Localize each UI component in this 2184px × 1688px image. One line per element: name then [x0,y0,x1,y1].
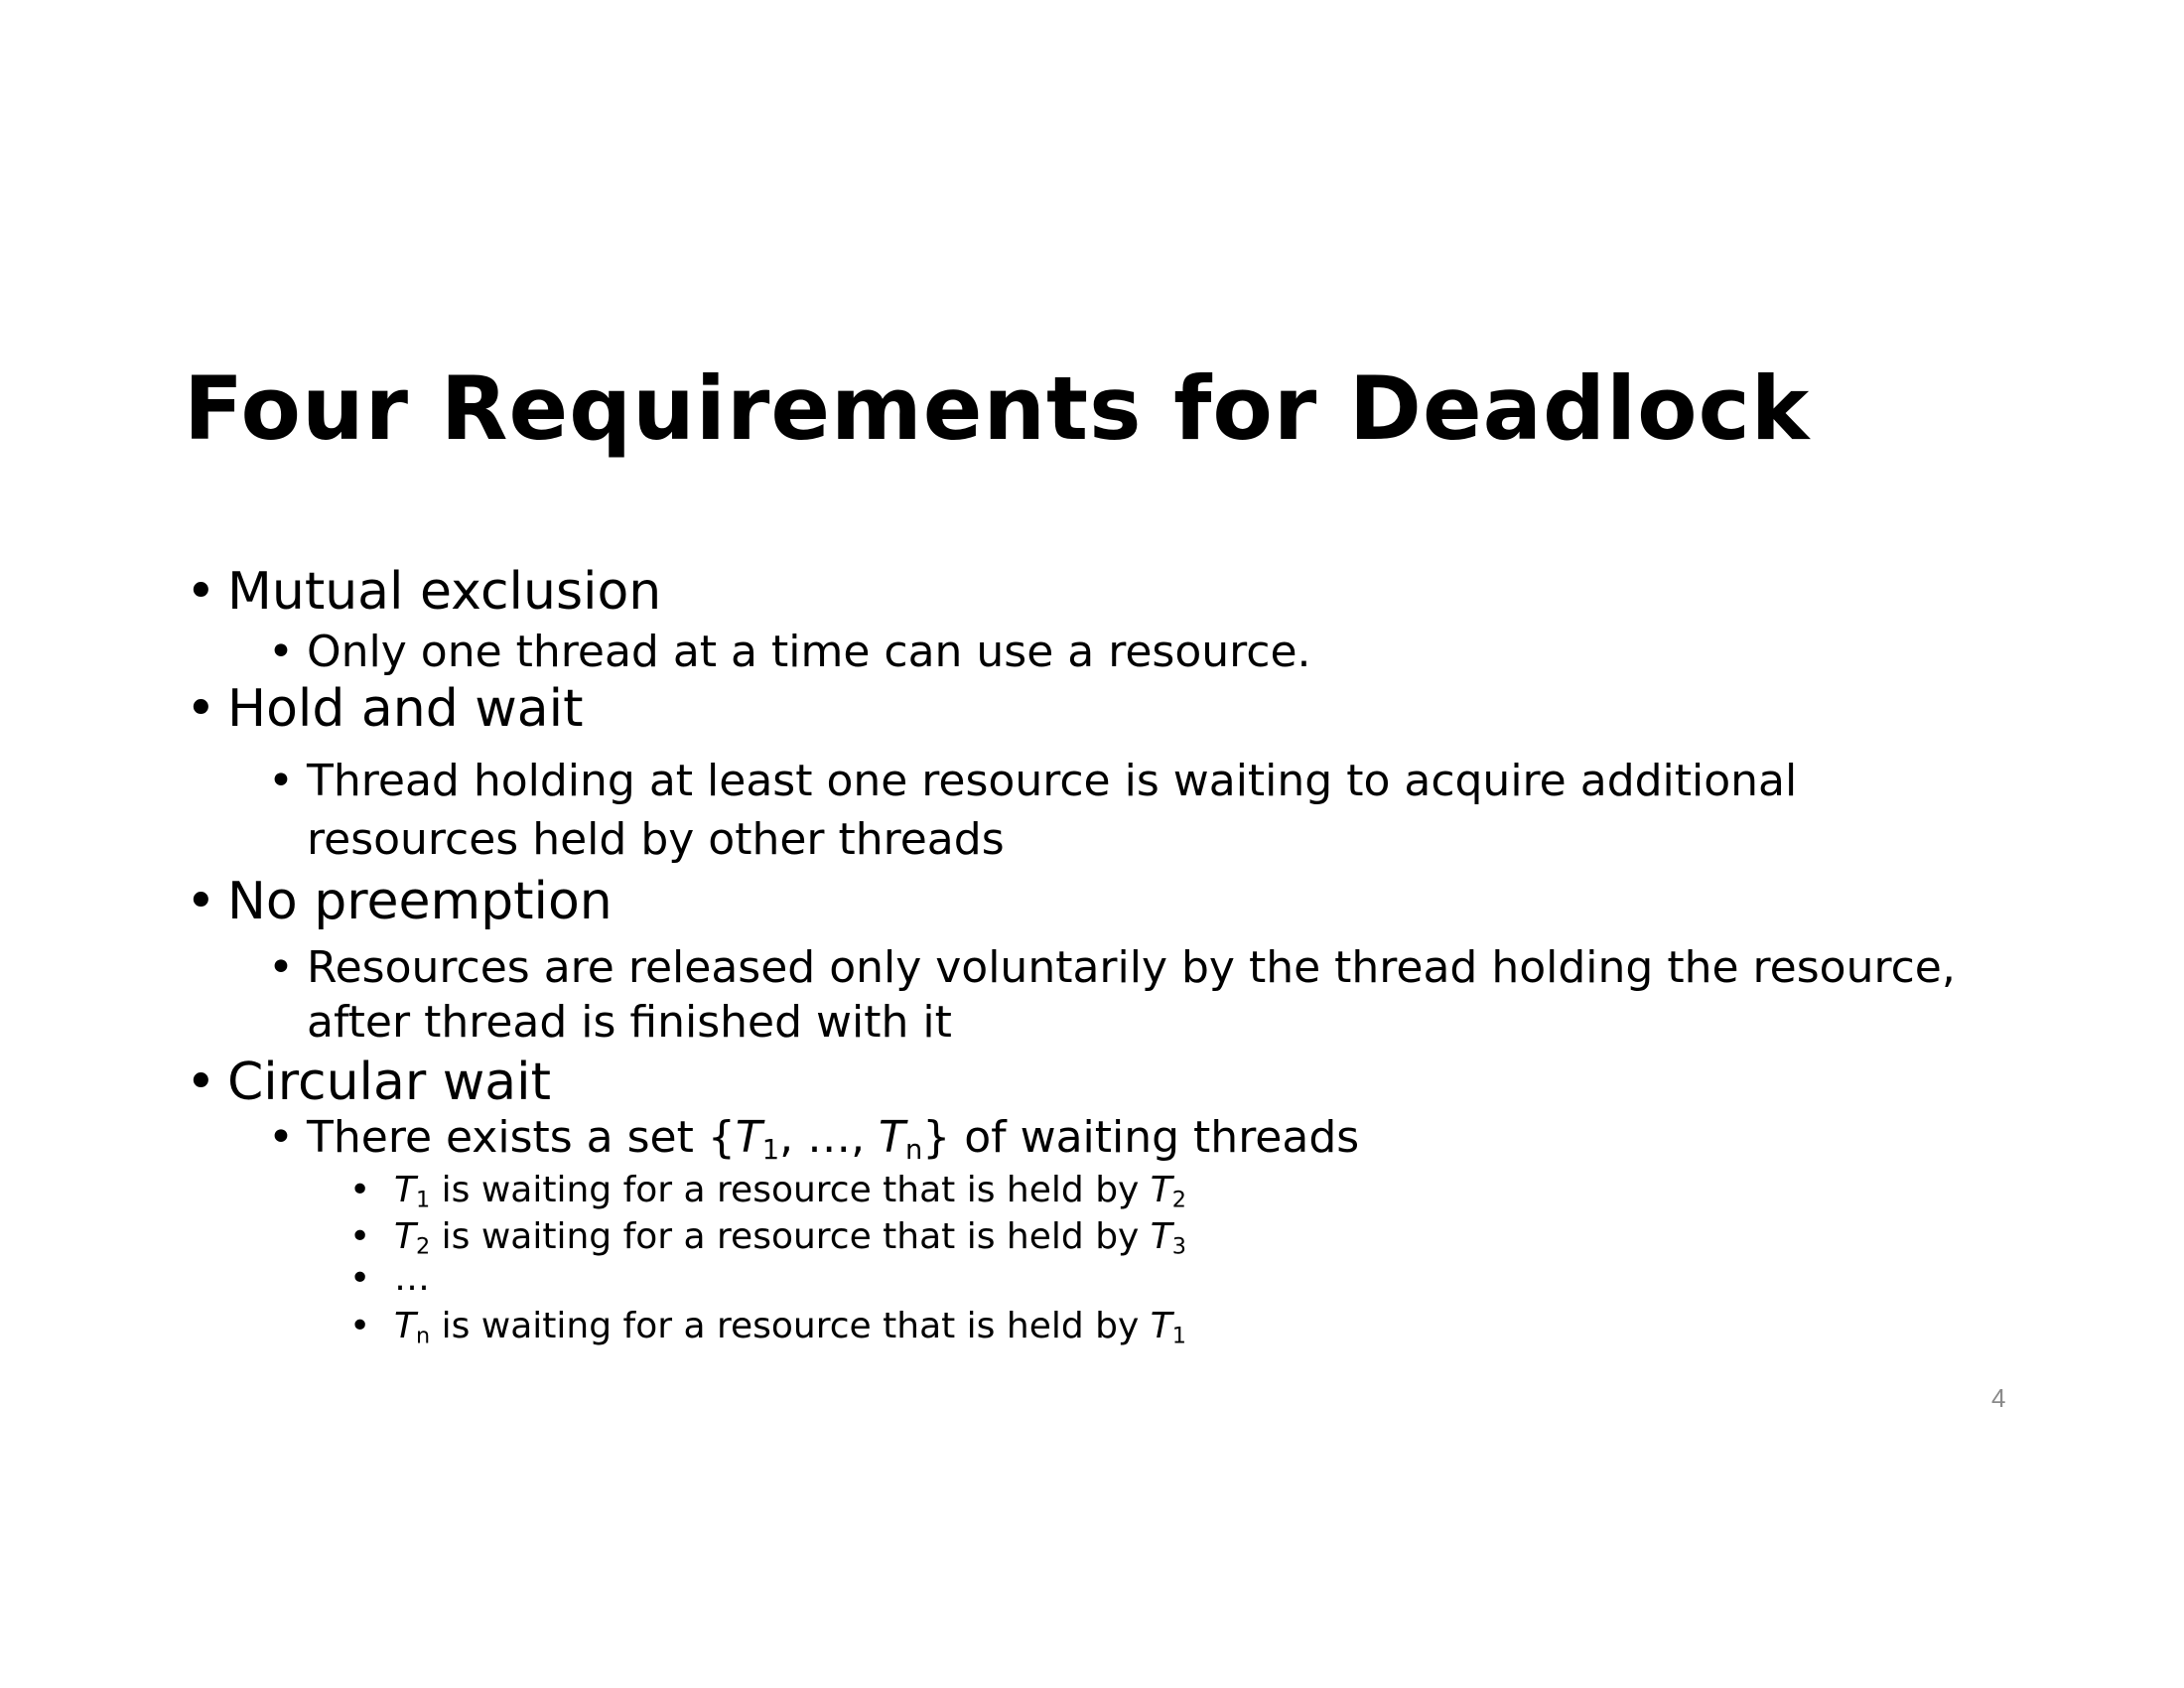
bullet-mutual-exclusion: Mutual exclusion [227,562,662,622]
math-symbol: T [394,1306,416,1346]
bullet-dot-icon: • [186,562,216,622]
text-segment: There exists a set { [307,1112,736,1163]
math-subscript: 2 [416,1233,431,1260]
sub-bullet-text-continued: resources held by other threads [307,814,1005,865]
bullet-dot-icon: • [186,679,216,739]
sub-bullet-text: Resources are released only voluntarily … [307,942,1956,993]
bullet-circular-wait: Circular wait [227,1053,551,1112]
bullet-dot-icon: • [349,1216,371,1257]
sub-sub-bullet-text: T2 is waiting for a resource that is hel… [394,1216,1186,1258]
math-subscript: n [416,1323,431,1349]
text-segment: is waiting for a resource that is held b… [430,1170,1151,1210]
text-segment: is waiting for a resource that is held b… [430,1306,1151,1346]
math-symbol: T [1150,1306,1172,1346]
math-subscript: 3 [1171,1233,1186,1260]
math-subscript: 1 [1171,1323,1186,1349]
bullet-dot-icon: • [186,872,216,931]
bullet-no-preemption: No preemption [227,872,613,931]
sub-sub-bullet-ellipsis: … [394,1258,430,1299]
math-symbol: T [735,1112,762,1163]
math-symbol: T [394,1170,416,1210]
sub-sub-bullet-text: T1 is waiting for a resource that is hel… [394,1170,1186,1211]
math-subscript: 1 [761,1134,780,1166]
bullet-dot-icon: • [268,942,294,993]
bullet-hold-and-wait: Hold and wait [227,679,584,739]
math-subscript: 1 [416,1187,431,1213]
bullet-dot-icon: • [268,627,294,677]
math-symbol: T [394,1216,416,1257]
page-number: 4 [1991,1383,2006,1413]
sub-sub-bullet-text: Tn is waiting for a resource that is hel… [394,1306,1186,1347]
math-symbol: T [1150,1216,1172,1257]
math-symbol: T [879,1112,905,1163]
sub-bullet-thread-set: There exists a set {T1, …, Tn} of waitin… [307,1116,1359,1164]
slide-title: Four Requirements for Deadlock [184,357,1811,460]
sub-bullet-text-continued: after thread is finished with it [307,997,952,1048]
text-segment: , …, [779,1112,880,1163]
bullet-dot-icon: • [349,1306,371,1346]
sub-bullet-text: Only one thread at a time can use a reso… [307,627,1311,677]
bullet-dot-icon: • [186,1053,216,1112]
bullet-dot-icon: • [268,756,294,806]
math-subscript: n [904,1134,923,1166]
text-segment: is waiting for a resource that is held b… [430,1216,1151,1257]
sub-bullet-text: Thread holding at least one resource is … [307,756,1798,806]
bullet-dot-icon: • [349,1258,371,1299]
text-segment: } of waiting threads [922,1112,1360,1163]
math-subscript: 2 [1171,1187,1186,1213]
bullet-dot-icon: • [268,1112,294,1163]
bullet-dot-icon: • [349,1170,371,1210]
math-symbol: T [1150,1170,1172,1210]
slide: Four Requirements for Deadlock • Mutual … [0,0,2184,1688]
